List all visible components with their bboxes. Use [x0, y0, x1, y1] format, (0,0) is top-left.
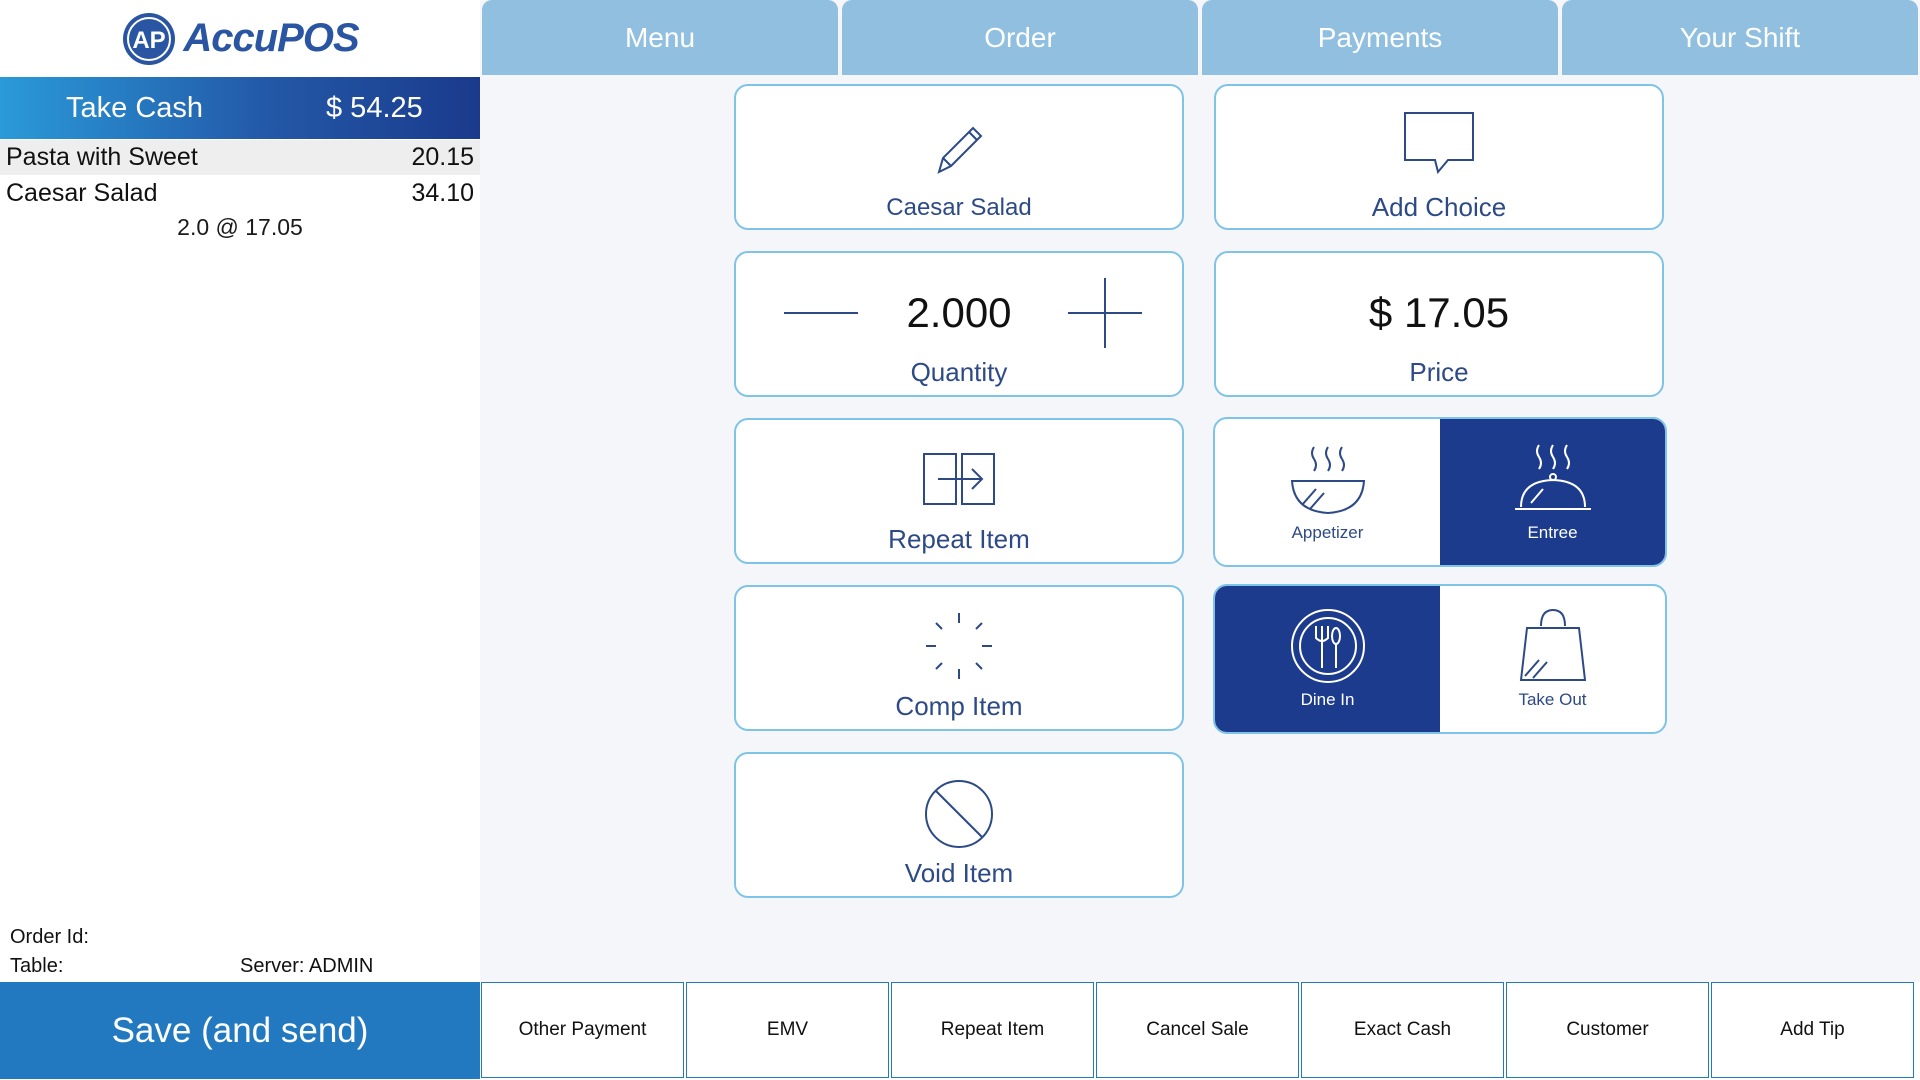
plus-icon[interactable]	[1068, 278, 1142, 348]
table-label: Table:	[10, 955, 64, 977]
line-item-price: 20.15	[411, 143, 474, 171]
cloche-icon	[1514, 444, 1591, 510]
speech-bubble-icon	[1404, 112, 1474, 175]
add-choice-label: Add Choice	[1371, 192, 1507, 222]
quantity-stepper[interactable]: 2.000 Quantity	[734, 251, 1184, 397]
take-out-label: Take Out	[1518, 690, 1587, 709]
tab-menu[interactable]: Menu	[482, 0, 838, 75]
edit-item-button[interactable]: Caesar Salad	[734, 84, 1184, 230]
add-choice-button[interactable]: Add Choice	[1214, 84, 1664, 230]
line-item-price: 34.10	[411, 179, 474, 207]
main-area: Menu Order Payments Your Shift Caesar Sa…	[480, 0, 1920, 982]
dine-in-button[interactable]: Dine In	[1215, 586, 1440, 732]
customer-button[interactable]: Customer	[1506, 982, 1709, 1078]
service-selector: Dine In Take Out	[1213, 584, 1667, 734]
order-id-label: Order Id:	[10, 926, 89, 948]
entree-label: Entree	[1527, 523, 1578, 542]
entree-button[interactable]: Entree	[1440, 419, 1665, 565]
other-payment-button[interactable]: Other Payment	[481, 982, 684, 1078]
svg-text:AP: AP	[133, 27, 166, 54]
take-out-button[interactable]: Take Out	[1440, 586, 1665, 732]
comp-item-label: Comp Item	[895, 691, 1023, 721]
add-tip-button[interactable]: Add Tip	[1711, 982, 1914, 1078]
line-item-name: Caesar Salad	[6, 179, 158, 207]
quantity-label: Quantity	[910, 357, 1008, 387]
take-cash-button[interactable]: Take Cash $ 54.25	[0, 77, 480, 139]
repeat-item-card-button[interactable]: Repeat Item	[734, 418, 1184, 564]
ticket-line[interactable]: Pasta with Sweet 20.15	[0, 140, 480, 175]
edit-item-label: Caesar Salad	[886, 194, 1032, 221]
exact-cash-button[interactable]: Exact Cash	[1301, 982, 1504, 1078]
spinner-icon	[926, 613, 992, 679]
plate-utensils-icon	[1290, 609, 1365, 683]
void-item-label: Void Item	[904, 858, 1014, 888]
ticket-line-selected[interactable]: Caesar Salad 34.10	[0, 176, 480, 211]
pencil-icon	[937, 126, 983, 174]
comp-item-button[interactable]: Comp Item	[734, 585, 1184, 731]
app-logo: AP AccuPOS	[0, 0, 480, 77]
shopping-bag-icon	[1519, 608, 1586, 681]
emv-button[interactable]: EMV	[686, 982, 889, 1078]
server-label: Server: ADMIN	[240, 955, 374, 977]
dine-in-label: Dine In	[1300, 690, 1355, 709]
price-button[interactable]: $ 17.05 Price	[1214, 251, 1664, 397]
save-and-send-button[interactable]: Save (and send)	[0, 982, 480, 1079]
appetizer-label: Appetizer	[1291, 523, 1364, 542]
tab-payments[interactable]: Payments	[1202, 0, 1558, 75]
ticket-panel: AP AccuPOS Take Cash $ 54.25 Pasta with …	[0, 0, 480, 1080]
soup-bowl-icon	[1290, 446, 1365, 515]
accupos-logo-icon: AP	[123, 12, 176, 65]
prohibited-icon	[925, 780, 993, 848]
line-item-detail: 2.0 @ 17.05	[177, 214, 303, 240]
price-value: $ 17.05	[1368, 289, 1510, 336]
tab-order[interactable]: Order	[842, 0, 1198, 75]
appetizer-button[interactable]: Appetizer	[1215, 419, 1440, 565]
line-item-name: Pasta with Sweet	[6, 143, 198, 171]
void-item-button[interactable]: Void Item	[734, 752, 1184, 898]
logo-text: AccuPOS	[183, 16, 359, 60]
course-selector: Appetizer Entree	[1213, 417, 1667, 567]
price-label: Price	[1409, 357, 1469, 387]
tab-your-shift[interactable]: Your Shift	[1562, 0, 1918, 75]
repeat-item-label: Repeat Item	[888, 524, 1030, 554]
cancel-sale-button[interactable]: Cancel Sale	[1096, 982, 1299, 1078]
repeat-icon	[923, 453, 995, 505]
take-cash-amount: $ 54.25	[326, 91, 423, 124]
take-cash-label: Take Cash	[66, 91, 204, 124]
repeat-item-button[interactable]: Repeat Item	[891, 982, 1094, 1078]
